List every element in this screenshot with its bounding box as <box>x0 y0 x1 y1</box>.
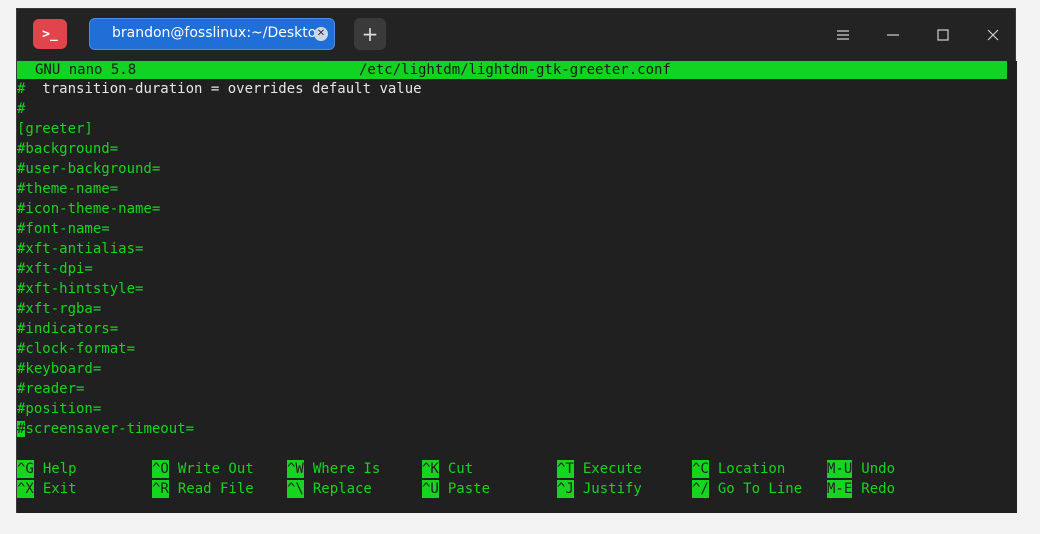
shortcut-paste[interactable]: ^U Paste <box>422 479 490 499</box>
terminal-window: >_ brandon@fosslinux:~/Desktop ✕ + GNU n… <box>16 8 1017 513</box>
editor-line[interactable]: # transition-duration = overrides defaul… <box>17 79 422 99</box>
editor-line[interactable]: # <box>17 99 422 119</box>
close-icon[interactable] <box>983 25 1003 45</box>
editor-line[interactable]: #xft-rgba= <box>17 299 422 319</box>
shortcut-write-out[interactable]: ^O Write Out <box>152 459 254 479</box>
shortcut-label: Help <box>42 461 77 477</box>
shortcut-key: ^C <box>692 460 709 478</box>
nano-version: GNU nano 5.8 <box>35 62 137 78</box>
shortcut-key: ^W <box>287 460 304 478</box>
menu-icon[interactable] <box>833 25 853 45</box>
shortcut-key: ^J <box>557 480 574 498</box>
shortcut-label: Paste <box>447 481 491 497</box>
shortcut-label: Location <box>717 461 786 477</box>
terminal-tab[interactable]: brandon@fosslinux:~/Desktop ✕ <box>89 18 335 50</box>
shortcut-help[interactable]: ^G Help <box>17 459 77 479</box>
shortcut-label: Cut <box>447 461 474 477</box>
shortcut-key: ^/ <box>692 480 709 498</box>
editor-content[interactable]: # transition-duration = overrides defaul… <box>17 79 422 439</box>
shortcut-key: ^G <box>17 460 34 478</box>
maximize-icon[interactable] <box>933 25 953 45</box>
shortcut-row-1: ^G Help ^O Write Out ^W Where Is ^K Cut ^T Execut… <box>17 459 1007 479</box>
tab-label: brandon@fosslinux:~/Desktop <box>112 25 326 41</box>
minimize-icon[interactable] <box>883 25 903 45</box>
editor-line[interactable]: #indicators= <box>17 319 422 339</box>
shortcut-redo[interactable]: M-E Redo <box>827 479 895 499</box>
shortcut-key: ^U <box>422 480 439 498</box>
editor-line[interactable]: #icon-theme-name= <box>17 199 422 219</box>
shortcut-exit[interactable]: ^X Exit <box>17 479 77 499</box>
shortcut-label: Replace <box>312 481 372 497</box>
shortcut-label: Execute <box>582 461 642 477</box>
shortcut-replace[interactable]: ^\ Replace <box>287 479 372 499</box>
shortcut-key: ^T <box>557 460 574 478</box>
shortcut-label: Undo <box>861 461 896 477</box>
editor-line[interactable]: #user-background= <box>17 159 422 179</box>
shortcut-go-to-line[interactable]: ^/ Go To Line <box>692 479 802 499</box>
shortcut-label: Where Is <box>312 461 381 477</box>
file-name: /etc/lightdm/lightdm-gtk-greeter.conf <box>359 62 671 78</box>
editor-line[interactable]: #keyboard= <box>17 359 422 379</box>
shortcut-key: ^X <box>17 480 34 498</box>
plus-icon: + <box>361 22 379 46</box>
shortcut-undo[interactable]: M-U Undo <box>827 459 895 479</box>
shortcut-justify[interactable]: ^J Justify <box>557 479 642 499</box>
editor-line[interactable]: #xft-hintstyle= <box>17 279 422 299</box>
nano-shortcuts: ^G Help ^O Write Out ^W Where Is ^K Cut ^T Execut… <box>17 459 1007 499</box>
shortcut-label: Write Out <box>177 461 254 477</box>
shortcut-key: ^\ <box>287 480 304 498</box>
editor-line[interactable]: #screensaver-timeout= <box>17 419 422 439</box>
shortcut-key: M-E <box>827 480 853 498</box>
terminal-area[interactable]: GNU nano 5.8 /etc/lightdm/lightdm-gtk-gr… <box>17 61 1017 513</box>
shortcut-label: Go To Line <box>717 481 803 497</box>
shortcut-key: ^O <box>152 460 169 478</box>
shortcut-read-file[interactable]: ^R Read File <box>152 479 254 499</box>
editor-line[interactable]: #reader= <box>17 379 422 399</box>
shortcut-label: Read File <box>177 481 254 497</box>
nano-title-bar: GNU nano 5.8 /etc/lightdm/lightdm-gtk-gr… <box>17 61 1007 79</box>
titlebar: >_ brandon@fosslinux:~/Desktop ✕ + <box>17 9 1015 61</box>
shortcut-key: ^K <box>422 460 439 478</box>
terminal-app-icon[interactable]: >_ <box>33 19 67 49</box>
editor-line[interactable]: #clock-format= <box>17 339 422 359</box>
editor-line[interactable]: #xft-dpi= <box>17 259 422 279</box>
editor-line[interactable]: #position= <box>17 399 422 419</box>
shortcut-location[interactable]: ^C Location <box>692 459 785 479</box>
editor-line[interactable]: #theme-name= <box>17 179 422 199</box>
shortcut-key: ^R <box>152 480 169 498</box>
editor-line[interactable]: #background= <box>17 139 422 159</box>
shortcut-label: Redo <box>861 481 896 497</box>
editor-line[interactable]: [greeter] <box>17 119 422 139</box>
shortcut-key: M-U <box>827 460 853 478</box>
editor-line[interactable]: #xft-antialias= <box>17 239 422 259</box>
shortcut-execute[interactable]: ^T Execute <box>557 459 642 479</box>
shortcut-label: Justify <box>582 481 642 497</box>
tab-close-icon[interactable]: ✕ <box>314 27 328 41</box>
shortcut-label: Exit <box>42 481 77 497</box>
shortcut-row-2: ^X Exit ^R Read File ^\ Replace ^U Paste ^J Justi… <box>17 479 1007 499</box>
new-tab-button[interactable]: + <box>354 18 386 50</box>
editor-line[interactable]: #font-name= <box>17 219 422 239</box>
shortcut-where-is[interactable]: ^W Where Is <box>287 459 380 479</box>
shortcut-cut[interactable]: ^K Cut <box>422 459 473 479</box>
